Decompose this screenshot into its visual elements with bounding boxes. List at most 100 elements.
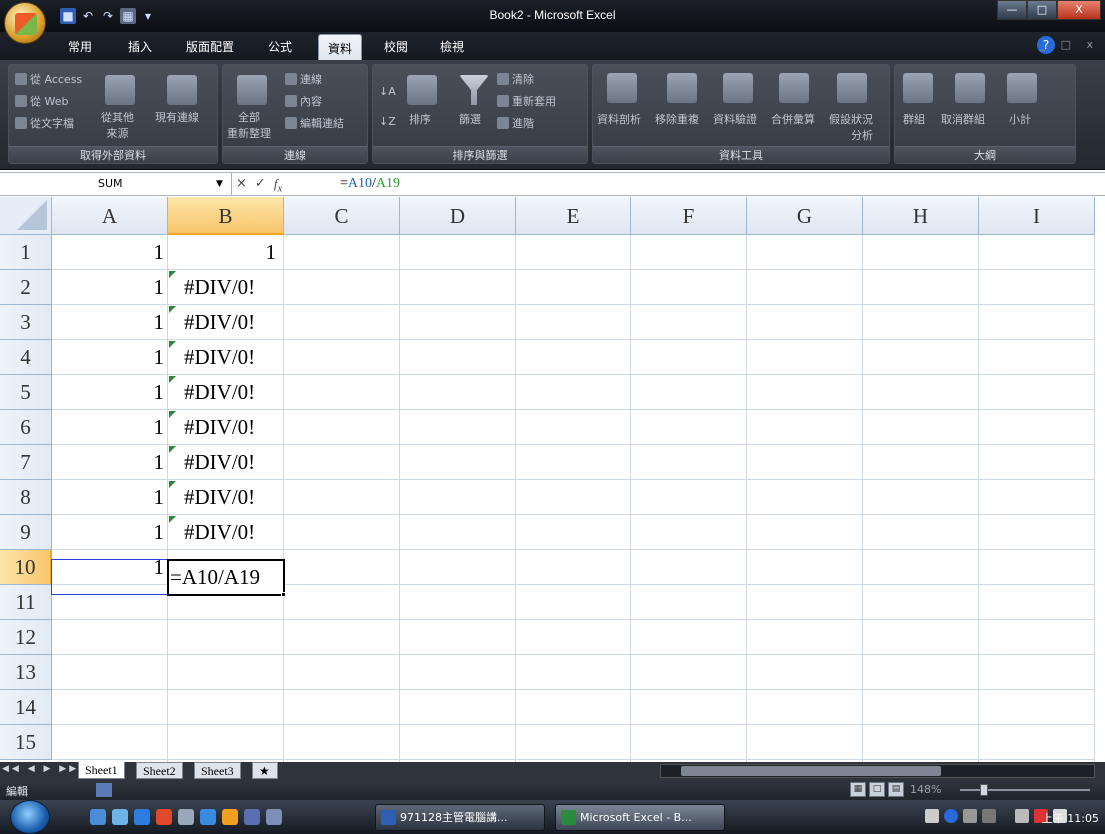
- row-header-5[interactable]: 5: [0, 375, 52, 410]
- tray-icon-2[interactable]: [963, 809, 977, 823]
- from-text-button[interactable]: 從文字檔: [15, 115, 74, 131]
- column-header-g[interactable]: G: [747, 197, 863, 235]
- row-header-6[interactable]: 6: [0, 410, 52, 445]
- group-button[interactable]: 群組: [903, 111, 925, 127]
- row-header-1[interactable]: 1: [0, 235, 52, 270]
- name-box-dropdown-icon[interactable]: ▼: [216, 173, 223, 195]
- cell-b4[interactable]: #DIV/0!: [168, 340, 284, 375]
- fill-handle[interactable]: [281, 592, 286, 597]
- what-if-button[interactable]: 假設狀況 分析: [829, 111, 873, 143]
- zoom-level[interactable]: 148%: [910, 783, 941, 796]
- cell-b3[interactable]: #DIV/0!: [168, 305, 284, 340]
- column-header-c[interactable]: C: [284, 197, 400, 235]
- cell-a3[interactable]: 1: [52, 305, 168, 340]
- row-header-4[interactable]: 4: [0, 340, 52, 375]
- cell-b6[interactable]: #DIV/0!: [168, 410, 284, 445]
- remove-duplicates-button[interactable]: 移除重複: [655, 111, 699, 127]
- tab-page-layout[interactable]: 版面配置: [186, 38, 234, 55]
- tray-arrow-icon[interactable]: [982, 809, 996, 823]
- show-desktop-icon[interactable]: [90, 809, 106, 825]
- app-icon-3[interactable]: [200, 809, 216, 825]
- row-header-9[interactable]: 9: [0, 515, 52, 550]
- from-access-button[interactable]: 從 Access: [15, 71, 82, 87]
- error-indicator-icon[interactable]: [169, 271, 176, 278]
- enter-icon[interactable]: ✓: [255, 173, 266, 195]
- clear-button[interactable]: 清除: [497, 71, 534, 87]
- cell-b2[interactable]: #DIV/0!: [168, 270, 284, 305]
- cancel-icon[interactable]: ×: [236, 173, 247, 195]
- zoom-knob[interactable]: [980, 784, 988, 796]
- cell-b5[interactable]: #DIV/0!: [168, 375, 284, 410]
- column-header-e[interactable]: E: [516, 197, 631, 235]
- cell-b8[interactable]: #DIV/0!: [168, 480, 284, 515]
- row-header-15[interactable]: 15: [0, 725, 52, 760]
- column-header-f[interactable]: F: [631, 197, 747, 235]
- error-indicator-icon[interactable]: [169, 516, 176, 523]
- normal-view-icon[interactable]: ▦: [850, 782, 866, 797]
- page-layout-view-icon[interactable]: □: [869, 782, 885, 797]
- mdi-controls[interactable]: _ □ x: [1040, 38, 1099, 51]
- cell-a7[interactable]: 1: [52, 445, 168, 480]
- column-header-d[interactable]: D: [400, 197, 516, 235]
- column-header-b[interactable]: B: [168, 197, 284, 235]
- edit-links-button[interactable]: 編輯連結: [285, 115, 344, 131]
- zoom-slider[interactable]: [960, 784, 1090, 796]
- properties-button[interactable]: 內容: [285, 93, 322, 109]
- app-icon-1[interactable]: [156, 809, 172, 825]
- name-box[interactable]: SUM: [0, 173, 232, 195]
- row-header-2[interactable]: 2: [0, 270, 52, 305]
- active-cell-b10[interactable]: =A10/A19: [167, 559, 286, 597]
- data-validation-button[interactable]: 資料驗證: [713, 111, 757, 127]
- tab-formulas[interactable]: 公式: [268, 38, 292, 55]
- cell-b9[interactable]: #DIV/0!: [168, 515, 284, 550]
- filter-button[interactable]: 篩選: [459, 111, 481, 127]
- cell-a4[interactable]: 1: [52, 340, 168, 375]
- column-header-h[interactable]: H: [863, 197, 979, 235]
- macro-record-icon[interactable]: [96, 783, 112, 797]
- column-header-a[interactable]: A: [52, 197, 168, 235]
- help-tray-icon[interactable]: [944, 809, 958, 823]
- insert-function-icon[interactable]: fx: [274, 173, 282, 195]
- cell-a6[interactable]: 1: [52, 410, 168, 445]
- switch-windows-icon[interactable]: [112, 809, 128, 825]
- app-icon-5[interactable]: [266, 809, 282, 825]
- cell-a8[interactable]: 1: [52, 480, 168, 515]
- taskbar-item-excel[interactable]: Microsoft Excel - B...: [555, 804, 725, 831]
- advanced-button[interactable]: 進階: [497, 115, 534, 131]
- row-header-12[interactable]: 12: [0, 620, 52, 655]
- internet-explorer-icon[interactable]: [134, 809, 150, 825]
- sort-desc-icon[interactable]: ↓Z: [379, 115, 396, 128]
- reapply-button[interactable]: 重新套用: [497, 93, 556, 109]
- cell-a1[interactable]: 1: [52, 235, 168, 270]
- tab-home[interactable]: 常用: [68, 38, 92, 55]
- row-header-7[interactable]: 7: [0, 445, 52, 480]
- cell-a5[interactable]: 1: [52, 375, 168, 410]
- row-header-13[interactable]: 13: [0, 655, 52, 690]
- other-sources-button[interactable]: 從其他 來源: [101, 109, 134, 141]
- scroll-thumb[interactable]: [681, 766, 941, 776]
- horizontal-scrollbar[interactable]: [660, 764, 1095, 778]
- start-button[interactable]: [10, 800, 50, 834]
- sheet-tab-1[interactable]: Sheet1: [78, 762, 125, 779]
- tab-insert[interactable]: 插入: [128, 38, 152, 55]
- cell-a2[interactable]: 1: [52, 270, 168, 305]
- row-header-8[interactable]: 8: [0, 480, 52, 515]
- formula-input[interactable]: =A10/A19: [340, 173, 400, 195]
- error-indicator-icon[interactable]: [169, 376, 176, 383]
- tab-view[interactable]: 檢視: [440, 38, 464, 55]
- error-indicator-icon[interactable]: [169, 411, 176, 418]
- subtotal-button[interactable]: 小計: [1009, 111, 1031, 127]
- tray-icon-1[interactable]: [925, 809, 939, 823]
- row-header-11[interactable]: 11: [0, 585, 52, 620]
- row-header-10[interactable]: 10: [0, 550, 52, 585]
- error-indicator-icon[interactable]: [169, 481, 176, 488]
- worksheet-grid[interactable]: ABCDEFGHI 1 2 3 4 5 6 7 8 9 10 11 12 13 14 15 11111111…: [0, 197, 1095, 762]
- sort-asc-icon[interactable]: ↓A: [379, 85, 396, 98]
- close-button[interactable]: X: [1057, 0, 1101, 20]
- insert-sheet-icon[interactable]: ★: [252, 762, 278, 779]
- cell-a9[interactable]: 1: [52, 515, 168, 550]
- refresh-all-button[interactable]: 全部 重新整理: [227, 109, 271, 141]
- sheet-tab-2[interactable]: Sheet2: [136, 762, 183, 779]
- app-icon-2[interactable]: [178, 809, 194, 825]
- cell-b7[interactable]: #DIV/0!: [168, 445, 284, 480]
